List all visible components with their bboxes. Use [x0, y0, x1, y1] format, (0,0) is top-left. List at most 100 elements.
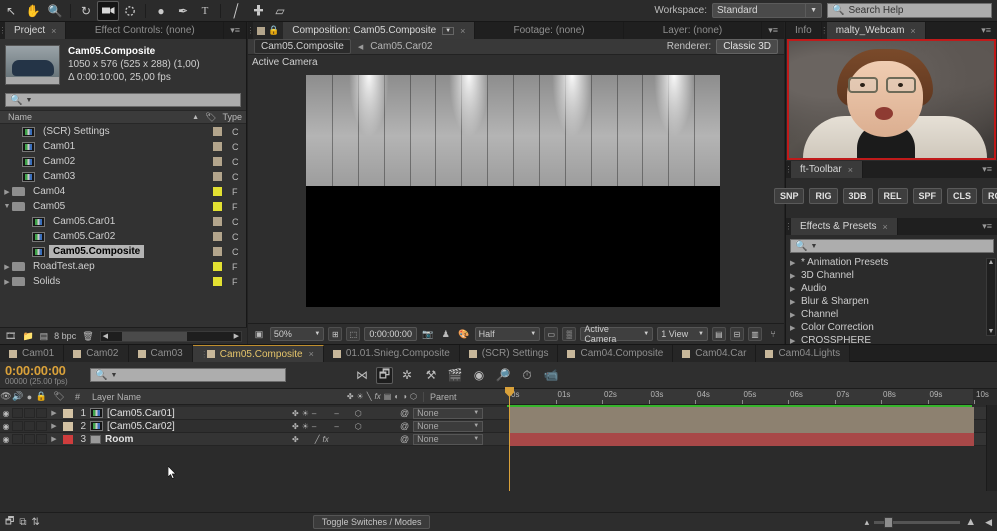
parent-select[interactable]: None ▼: [413, 407, 484, 419]
comp-flowchart-icon[interactable]: ⧉: [19, 517, 26, 528]
three-d-switch-icon[interactable]: ⬡: [355, 422, 362, 431]
channel-select-icon[interactable]: 🎨: [457, 327, 471, 341]
zoom-slider-knob[interactable]: [884, 516, 894, 528]
snapshot-icon[interactable]: 📷: [421, 327, 435, 341]
close-icon[interactable]: ×: [910, 26, 915, 36]
timeline-tab-cam05-composite[interactable]: ⋮ Cam05.Composite ×: [192, 345, 324, 362]
brush-tool-icon[interactable]: ╱: [223, 0, 249, 23]
label-color-swatch[interactable]: [213, 142, 222, 151]
timeline-tab-cam02[interactable]: Cam02: [64, 345, 129, 362]
scroll-up-icon[interactable]: ▲: [988, 259, 995, 266]
comp-nesting-icon[interactable]: 🗗: [5, 514, 14, 531]
layer-duration-bar[interactable]: [509, 433, 974, 446]
hide-shy-layers-icon[interactable]: ✲: [397, 364, 417, 386]
timeline-tab-cam04-lights[interactable]: Cam04.Lights: [756, 345, 851, 362]
timeline-tab-cam01[interactable]: Cam01: [0, 345, 65, 362]
twirl-closed-icon[interactable]: ▶: [48, 422, 60, 430]
layer-video-toggle[interactable]: ◉: [0, 409, 12, 418]
layer-label-color[interactable]: [63, 421, 73, 431]
twirl-closed-icon[interactable]: ▶: [2, 188, 12, 196]
close-icon[interactable]: ×: [460, 26, 465, 36]
parent-select[interactable]: None ▼: [413, 433, 484, 445]
scroll-down-icon[interactable]: ▼: [988, 328, 995, 335]
graph-editor-icon[interactable]: 🔎: [493, 364, 513, 386]
chevron-down-icon[interactable]: ▼: [442, 26, 455, 35]
layer-video-toggle[interactable]: ◉: [0, 435, 12, 444]
close-icon[interactable]: ×: [848, 165, 853, 175]
project-list-item[interactable]: Cam01 C: [0, 139, 246, 154]
twirl-closed-icon[interactable]: ▶: [2, 278, 12, 286]
tab-footage[interactable]: Footage: (none): [475, 22, 624, 39]
breadcrumb-current[interactable]: Cam05.Composite: [254, 39, 351, 54]
grid-guides-icon[interactable]: ⊞: [328, 327, 343, 341]
twirl-closed-icon[interactable]: ▶: [790, 272, 801, 280]
tab-project[interactable]: Project ×: [5, 22, 67, 39]
ft-button-rig[interactable]: RIG: [809, 188, 838, 204]
layer-label-color[interactable]: [63, 408, 73, 418]
effects-search-input[interactable]: 🔍 ▼: [790, 239, 994, 253]
pick-whip-icon[interactable]: @: [400, 421, 409, 431]
search-help-input[interactable]: 🔍 Search Help: [827, 3, 992, 18]
twirl-closed-icon[interactable]: ▶: [48, 435, 60, 443]
pick-whip-icon[interactable]: @: [400, 408, 409, 418]
layer-parent-control[interactable]: @ None ▼: [400, 420, 484, 432]
label-color-swatch[interactable]: [213, 232, 222, 241]
twirl-closed-icon[interactable]: ▶: [790, 311, 801, 319]
tab-composition[interactable]: Composition: Cam05.Composite ▼ ×: [283, 22, 476, 39]
project-list-item[interactable]: (SCR) Settings C: [0, 124, 246, 139]
shy-switch-icon[interactable]: ✤: [292, 409, 299, 418]
bit-depth-label[interactable]: 8 bpc: [54, 331, 76, 341]
zoom-out-icon[interactable]: ▴: [865, 517, 870, 528]
timeline-collapse-icon[interactable]: ◀: [985, 517, 992, 528]
frame-blend-switch-icon[interactable]: –: [334, 409, 338, 418]
scroll-left-icon[interactable]: ◀: [103, 332, 108, 340]
close-icon[interactable]: ×: [309, 349, 314, 359]
rotation-tool-icon[interactable]: ↻: [75, 1, 97, 21]
pen-tool-icon[interactable]: ✒: [172, 1, 194, 21]
label-color-swatch[interactable]: [213, 202, 222, 211]
view-layout-select[interactable]: 1 View ▼: [657, 327, 708, 341]
layer-parent-control[interactable]: @ None ▼: [400, 433, 484, 445]
project-list-item[interactable]: Cam05.Car02 C: [0, 229, 246, 244]
timeline-layer-row[interactable]: ◉ ▶ 3 Room ✤ ╱ fx @ None ▼: [0, 433, 997, 446]
shy-switch-icon[interactable]: ✤: [292, 422, 299, 431]
brainstorm-icon[interactable]: ◉: [469, 364, 489, 386]
project-list-item[interactable]: ▶ Solids F: [0, 274, 246, 289]
motion-blur-icon[interactable]: 🎬: [445, 364, 465, 386]
twirl-closed-icon[interactable]: ▶: [790, 298, 801, 306]
timeline-search-input[interactable]: 🔍 ▼: [90, 368, 286, 382]
timeline-layer-row[interactable]: ◉ ▶ 2 [Cam05.Car02] ✤ ☀ – – ⬡ @ None ▼: [0, 420, 997, 433]
label-color-swatch[interactable]: [213, 157, 222, 166]
effects-category-item[interactable]: ▶ Audio: [786, 282, 997, 295]
collapse-switch-icon[interactable]: ☀: [302, 409, 309, 418]
twirl-open-icon[interactable]: ▼: [2, 203, 12, 210]
frame-blending-icon[interactable]: ⚒: [421, 364, 441, 386]
label-color-swatch[interactable]: [213, 277, 222, 286]
parent-select[interactable]: None ▼: [413, 420, 484, 432]
collapse-switch-icon[interactable]: ☀: [302, 422, 309, 431]
zoom-in-icon[interactable]: ▲: [965, 516, 976, 528]
webcam-panel-menu-icon[interactable]: ▾≡: [975, 22, 997, 39]
camera-view-select[interactable]: Active Camera ▼: [580, 324, 654, 344]
ft-button-cls[interactable]: CLS: [947, 188, 978, 204]
layer-duration-bar[interactable]: [509, 407, 974, 420]
label-color-swatch[interactable]: [213, 127, 222, 136]
project-item-list[interactable]: (SCR) Settings C Cam01 C Cam02 C Cam03 C ▶ Cam04 F…: [0, 124, 246, 289]
ft-toolbar-panel-menu-icon[interactable]: ▾≡: [976, 161, 997, 178]
tab-layer[interactable]: Layer: (none): [623, 22, 763, 39]
show-snapshot-icon[interactable]: ♟: [439, 327, 453, 341]
label-color-swatch[interactable]: [213, 217, 222, 226]
current-time-display[interactable]: 0:00:00:00: [364, 327, 417, 341]
tab-ft-toolbar[interactable]: ft-Toolbar ×: [791, 161, 863, 178]
always-preview-icon[interactable]: ▣: [252, 327, 266, 341]
camera-tool-icon[interactable]: [97, 0, 119, 21]
composition-panel-menu-icon[interactable]: ▾≡: [762, 22, 784, 39]
region-preview-icon[interactable]: ▭: [544, 327, 559, 341]
delete-icon[interactable]: 🗑: [82, 331, 93, 342]
quality-switch-icon[interactable]: ╱: [315, 435, 320, 444]
project-list-item[interactable]: Cam02 C: [0, 154, 246, 169]
tab-effects-presets[interactable]: Effects & Presets ×: [791, 218, 898, 235]
timeline-zoom-slider[interactable]: ▴ ▲ ◀: [865, 516, 992, 528]
fast-previews-icon[interactable]: ⊟: [729, 327, 745, 341]
twirl-closed-icon[interactable]: ▶: [2, 263, 12, 271]
